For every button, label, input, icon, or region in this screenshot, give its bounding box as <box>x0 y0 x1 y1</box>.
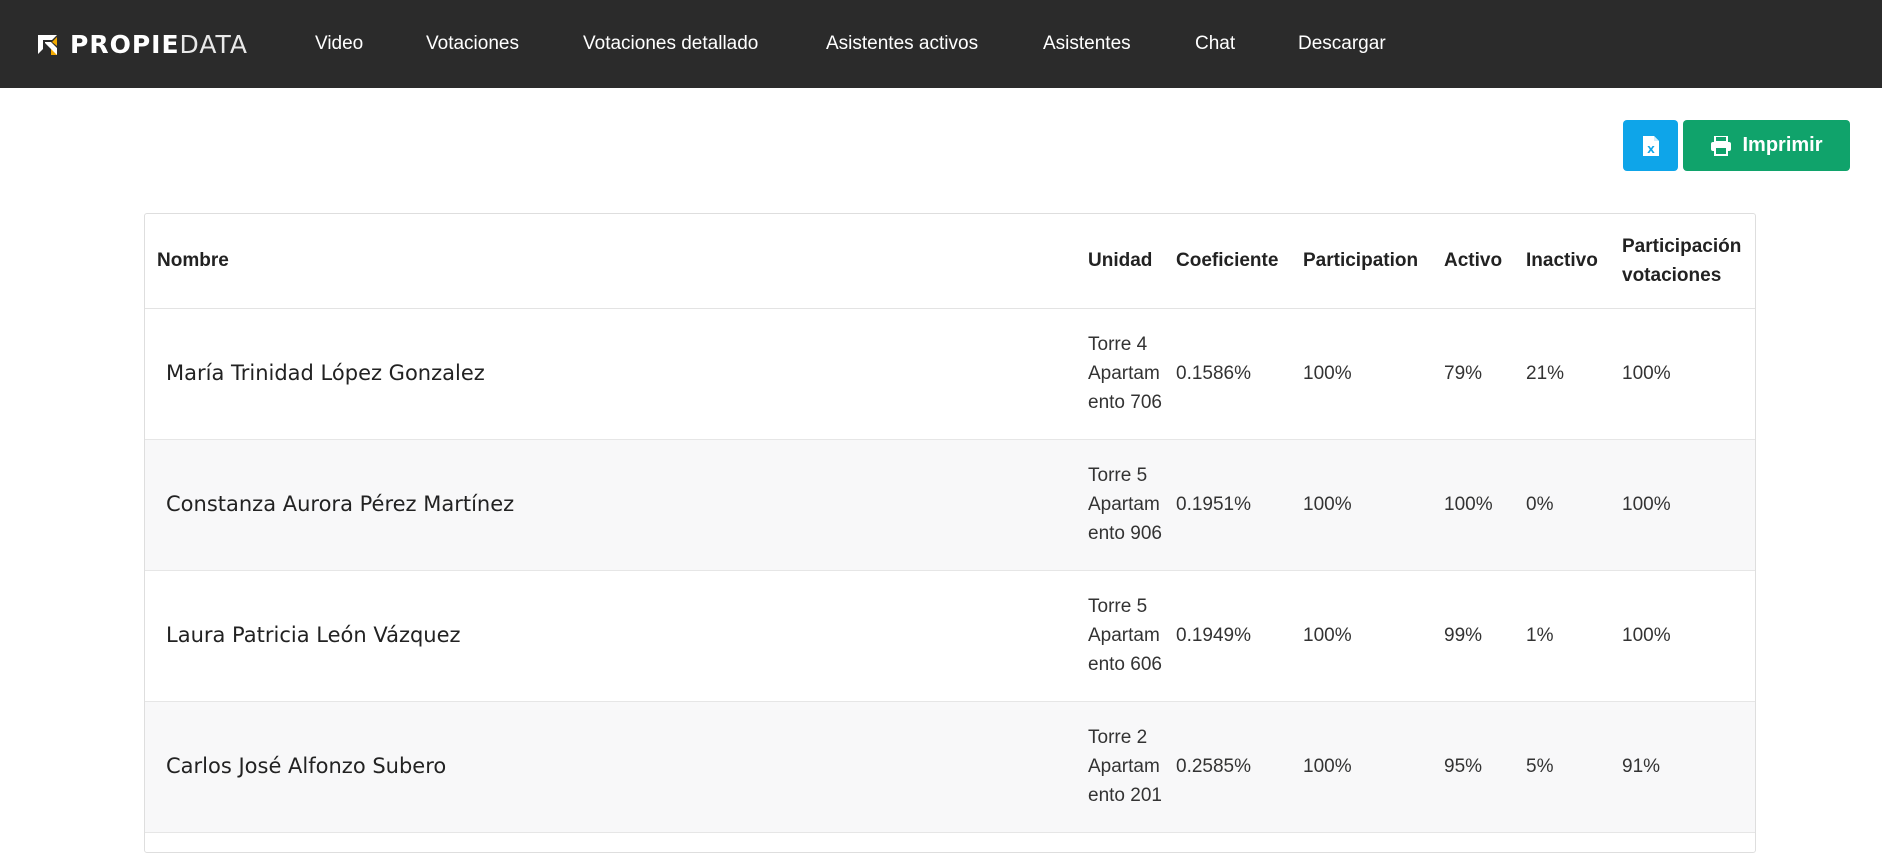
attendees-table: Nombre Unidad Coeficiente Participation … <box>144 213 1756 853</box>
table-row: Laura Patricia León Vázquez Torre 5 Apar… <box>145 570 1755 702</box>
header-participacion-votaciones[interactable]: Participación votaciones <box>1612 214 1755 309</box>
cell-nombre: Laura Patricia León Vázquez <box>145 570 1078 702</box>
nav-votaciones[interactable]: Votaciones <box>426 31 519 57</box>
nav-asistentes-activos[interactable]: Asistentes activos <box>826 31 978 57</box>
table-row: María Trinidad López Gonzalez Torre 4 Ap… <box>145 308 1755 440</box>
svg-text:X: X <box>1647 145 1655 156</box>
header-participation[interactable]: Participation <box>1293 214 1434 309</box>
cell-activo: 100% <box>1434 439 1516 571</box>
cell-nombre: Constanza Aurora Pérez Martínez <box>145 439 1078 571</box>
cell-unidad: Torre 5 Apartamento 606 <box>1078 570 1166 702</box>
print-button[interactable]: Imprimir <box>1683 120 1850 171</box>
table-row: Carlos José Alfonzo Subero Torre 2 Apart… <box>145 701 1755 833</box>
nav-video[interactable]: Video <box>315 31 363 57</box>
cell-unidad: Torre 5 Apartamento 906 <box>1078 439 1166 571</box>
table-header-row: Nombre Unidad Coeficiente Participation … <box>145 214 1755 309</box>
header-activo[interactable]: Activo <box>1434 214 1516 309</box>
top-navbar: PROPIEDATA Video Votaciones Votaciones d… <box>0 0 1882 88</box>
header-unidad[interactable]: Unidad <box>1078 214 1166 309</box>
brand-logo[interactable]: PROPIEDATA <box>36 30 248 60</box>
table-row: Constanza Aurora Pérez Martínez Torre 5 … <box>145 439 1755 571</box>
export-excel-button[interactable]: X <box>1623 120 1678 171</box>
nav-chat[interactable]: Chat <box>1195 31 1235 57</box>
propiedata-logo-icon <box>38 35 57 55</box>
cell-activo: 79% <box>1434 308 1516 440</box>
cell-inactivo: 21% <box>1516 308 1612 440</box>
cell-participation: 100% <box>1293 570 1434 702</box>
cell-activo: 95% <box>1434 701 1516 833</box>
cell-coeficiente: 0.1949% <box>1166 570 1293 702</box>
cell-participation: 100% <box>1293 701 1434 833</box>
excel-icon: X <box>1642 135 1659 156</box>
cell-participation: 100% <box>1293 439 1434 571</box>
header-nombre[interactable]: Nombre <box>145 214 1078 309</box>
cell-nombre: María Trinidad López Gonzalez <box>145 308 1078 440</box>
cell-activo: 99% <box>1434 570 1516 702</box>
cell-participacion-votaciones: 91% <box>1612 701 1755 833</box>
cell-inactivo: 5% <box>1516 701 1612 833</box>
cell-participacion-votaciones: 100% <box>1612 570 1755 702</box>
cell-participacion-votaciones: 100% <box>1612 439 1755 571</box>
nav-votaciones-detallado[interactable]: Votaciones detallado <box>583 31 758 57</box>
cell-coeficiente: 0.2585% <box>1166 701 1293 833</box>
nav-descargar[interactable]: Descargar <box>1298 31 1386 57</box>
cell-unidad: Torre 2 Apartamento 201 <box>1078 701 1166 833</box>
header-inactivo[interactable]: Inactivo <box>1516 214 1612 309</box>
cell-coeficiente: 0.1586% <box>1166 308 1293 440</box>
cell-unidad: Torre 4 Apartamento 706 <box>1078 308 1166 440</box>
cell-participation: 100% <box>1293 308 1434 440</box>
cell-nombre: Carlos José Alfonzo Subero <box>145 701 1078 833</box>
header-coeficiente[interactable]: Coeficiente <box>1166 214 1293 309</box>
brand-name: PROPIEDATA <box>70 30 248 59</box>
cell-coeficiente: 0.1951% <box>1166 439 1293 571</box>
print-button-label: Imprimir <box>1742 134 1823 156</box>
printer-icon <box>1711 135 1732 156</box>
nav-asistentes[interactable]: Asistentes <box>1043 31 1131 57</box>
cell-inactivo: 0% <box>1516 439 1612 571</box>
cell-participacion-votaciones: 100% <box>1612 308 1755 440</box>
cell-inactivo: 1% <box>1516 570 1612 702</box>
